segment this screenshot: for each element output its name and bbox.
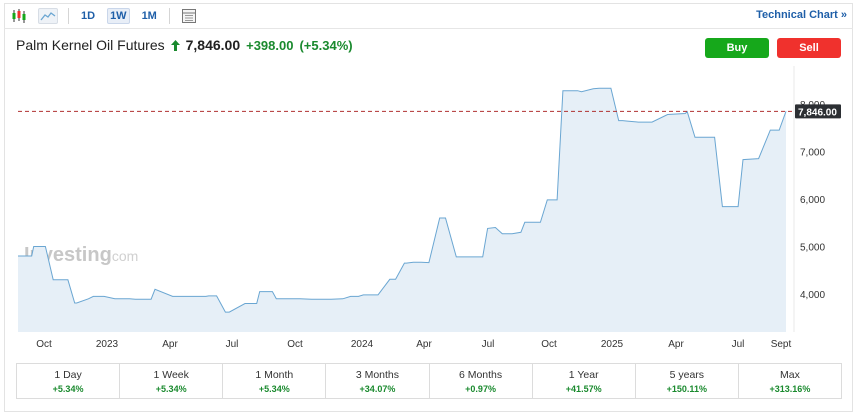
period-label: 1 Month (255, 368, 294, 381)
watermark-suffix: .com (108, 248, 138, 264)
period-tab-3-months[interactable]: 3 Months +34.07% (326, 364, 430, 398)
x-tick-label: 2024 (351, 339, 374, 350)
period-label: Max (780, 368, 800, 381)
period-label: 5 years (669, 368, 705, 381)
y-tick-label: 7,000 (800, 148, 825, 159)
y-tick-label: 5,000 (800, 243, 825, 254)
y-tick-label: 6,000 (800, 195, 825, 206)
x-tick-label: Apr (668, 339, 684, 350)
period-label: 1 Week (153, 368, 189, 381)
period-change: +5.34% (155, 383, 187, 394)
period-change: +150.11% (666, 383, 707, 394)
x-axis: Oct 2023 Apr Jul Oct 2024 Apr Jul Oct 2025 Apr Jul S… (36, 339, 791, 350)
period-label: 1 Year (568, 368, 599, 381)
period-tab-5-years[interactable]: 5 years +150.11% (636, 364, 739, 398)
period-change: +5.34% (258, 383, 290, 394)
y-axis: 4,0005,0006,0007,0008,000 (800, 100, 825, 301)
period-change: +5.34% (52, 383, 84, 394)
x-tick-label: Jul (732, 339, 745, 350)
performance-periods: 1 Day +5.34% 1 Week +5.34% 1 Month +5.34% 3… (16, 363, 842, 399)
period-change: +34.07% (359, 383, 396, 394)
period-tab-6-months[interactable]: 6 Months +0.97% (430, 364, 533, 398)
x-tick-label: 2023 (96, 339, 119, 350)
price-area (18, 88, 786, 332)
period-label: 1 Day (54, 368, 82, 381)
period-tab-1-week[interactable]: 1 Week +5.34% (120, 364, 224, 398)
period-tab-1-month[interactable]: 1 Month +5.34% (223, 364, 327, 398)
current-price-label: 7,846.00 (795, 104, 841, 119)
x-tick-label: Jul (226, 339, 239, 350)
x-tick-label: 2025 (601, 339, 624, 350)
period-tab-1-day[interactable]: 1 Day +5.34% (17, 364, 121, 398)
x-tick-label: Apr (416, 339, 432, 350)
x-tick-label: Apr (162, 339, 178, 350)
x-tick-label: Oct (36, 339, 52, 350)
period-change: +0.97% (465, 383, 496, 394)
current-price-label-text: 7,846.00 (798, 107, 837, 118)
price-chart[interactable]: Investing .com 4,0005,0006,0007,0008,000… (0, 0, 859, 417)
x-tick-label: Oct (287, 339, 303, 350)
period-label: 6 Months (458, 368, 503, 381)
y-tick-label: 4,000 (800, 290, 825, 301)
x-tick-label: Oct (541, 339, 557, 350)
x-tick-label: Sept (771, 339, 792, 350)
period-label: 3 Months (355, 368, 400, 381)
period-change: +313.16% (769, 383, 811, 394)
period-tab-1-year[interactable]: 1 Year +41.57% (533, 364, 636, 398)
period-change: +41.57% (565, 383, 602, 394)
x-tick-label: Jul (482, 339, 495, 350)
period-tab-max[interactable]: Max +313.16% (739, 364, 841, 398)
